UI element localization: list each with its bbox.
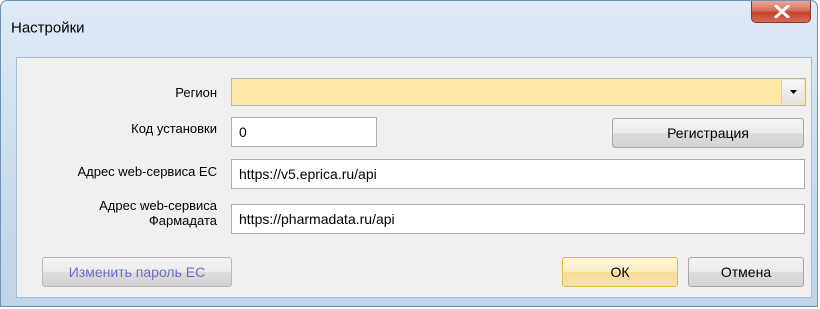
ec-service-url-input[interactable]: https://v5.eprica.ru/api: [231, 159, 805, 189]
cancel-button[interactable]: Отмена: [688, 257, 804, 287]
install-code-label: Код установки: [131, 121, 217, 136]
title-bar[interactable]: Настройки: [1, 1, 817, 39]
register-button[interactable]: Регистрация: [612, 118, 804, 148]
close-icon: [774, 5, 790, 18]
pharmadata-service-url-input[interactable]: https://pharmadata.ru/api: [231, 204, 805, 234]
pharmadata-service-url-value: https://pharmadata.ru/api: [239, 211, 395, 227]
close-button[interactable]: [751, 1, 811, 23]
pharmadata-service-label: Адрес web-сервиса Фармадата: [37, 198, 217, 228]
dialog-body: Регион Код установки 0 Регистрация Адрес…: [16, 57, 812, 298]
pharmadata-label-line2: Фармадата: [148, 213, 217, 228]
settings-dialog: Настройки Регион Код установки 0 Регистр…: [0, 0, 818, 307]
dialog-title: Настройки: [11, 19, 85, 37]
ok-button[interactable]: ОК: [562, 257, 678, 287]
pharmadata-label-line1: Адрес web-сервиса: [99, 198, 217, 213]
install-code-input[interactable]: 0: [231, 117, 377, 147]
region-dropdown-toggle[interactable]: [781, 80, 804, 104]
ec-service-label: Адрес web-сервиса ЕС: [77, 164, 217, 179]
ec-service-url-value: https://v5.eprica.ru/api: [239, 166, 377, 182]
install-code-value: 0: [239, 124, 247, 140]
change-password-button[interactable]: Изменить пароль ЕС: [42, 257, 232, 287]
chevron-down-icon: [790, 90, 797, 94]
region-select[interactable]: [231, 78, 806, 106]
region-label: Регион: [175, 85, 217, 100]
